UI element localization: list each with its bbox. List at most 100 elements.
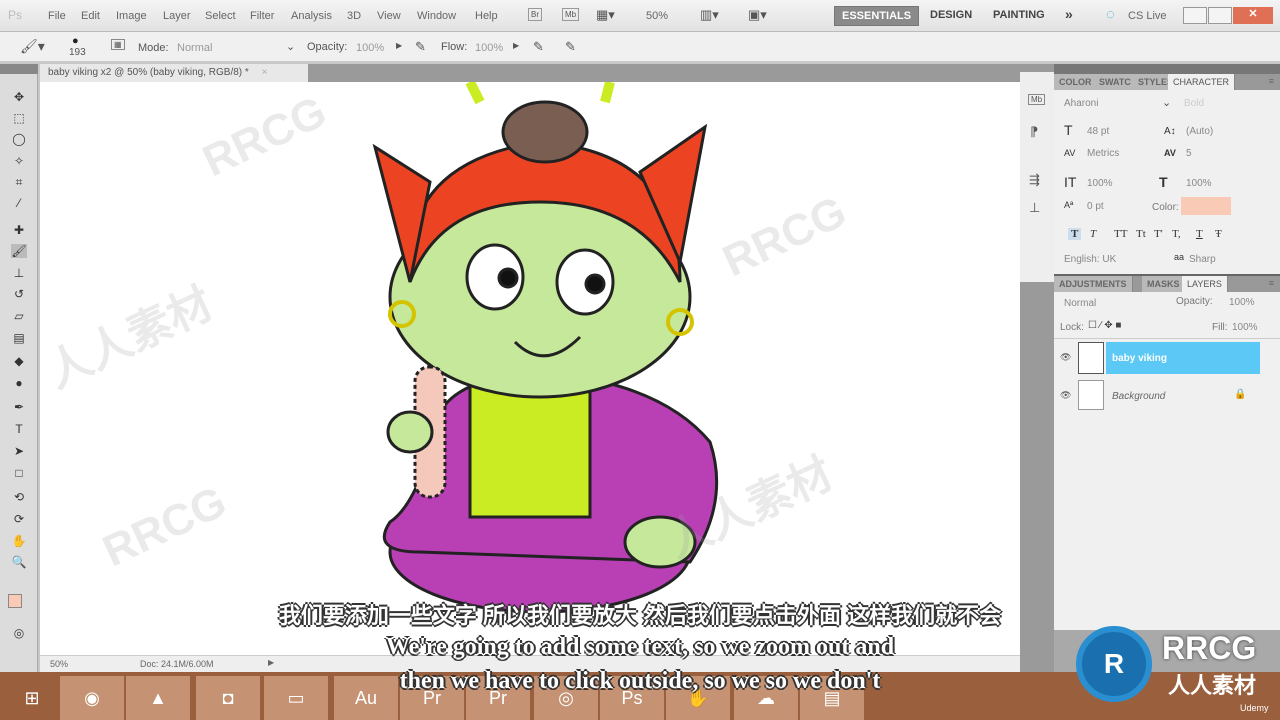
flow-field[interactable]: 100% [475, 42, 503, 54]
arrange-documents-button[interactable]: ▥▾ [700, 7, 719, 23]
eraser-tool-icon[interactable]: ▱ [11, 309, 27, 323]
marquee-tool-icon[interactable]: ⬚ [11, 111, 27, 125]
layer-row[interactable]: 👁 baby viking [1054, 340, 1260, 376]
antialias-select[interactable]: Sharp [1189, 254, 1216, 265]
tracking-select[interactable]: 5 [1186, 148, 1192, 159]
font-family-select[interactable]: Aharoni [1064, 98, 1098, 109]
baseline-shift-field[interactable]: 0 pt [1087, 201, 1104, 212]
view-extras-button[interactable]: ▦▾ [596, 7, 615, 23]
text-color-swatch[interactable] [1181, 197, 1231, 215]
cs-live-button[interactable]: CS Live [1128, 10, 1167, 22]
menu-help[interactable]: Help [475, 10, 498, 22]
quick-select-tool-icon[interactable]: ✧ [11, 154, 27, 168]
layer-row[interactable]: 👁 Background 🔒 [1054, 378, 1260, 414]
more-workspaces-button[interactable]: » [1058, 3, 1080, 23]
workspace-essentials[interactable]: ESSENTIALS [834, 6, 920, 26]
menu-edit[interactable]: Edit [81, 10, 100, 22]
workspace-painting[interactable]: PAINTING [986, 6, 1052, 26]
shape-tool-icon[interactable]: □ [11, 466, 27, 480]
brush-dot-icon[interactable]: ● [72, 35, 79, 47]
horizontal-scale-field[interactable]: 100% [1186, 178, 1212, 189]
lock-icons[interactable]: ☐ ⁄ ✥ ■ [1088, 320, 1121, 331]
tab-swatches[interactable]: SWATC [1094, 74, 1137, 90]
type-tool-icon[interactable]: T [11, 422, 27, 436]
pen-tool-icon[interactable]: ✒ [11, 400, 27, 414]
brush-size[interactable]: 193 [69, 47, 86, 58]
3d-orbit-tool-icon[interactable]: ⟳ [11, 512, 27, 526]
opacity-field[interactable]: 100% [356, 42, 384, 54]
close-tab-icon[interactable]: × [262, 67, 268, 78]
faux-bold-button[interactable]: T [1068, 228, 1082, 240]
tab-masks[interactable]: MASKS [1142, 276, 1186, 292]
restore-button[interactable] [1208, 7, 1232, 24]
screen-mode-button[interactable]: ▣▾ [748, 7, 767, 23]
mini-bridge-button[interactable]: Mb [562, 8, 580, 21]
language-select[interactable]: English: UK [1064, 254, 1116, 265]
minimize-button[interactable] [1183, 7, 1207, 24]
pressure-opacity-icon[interactable]: ✎ [415, 39, 426, 55]
history-brush-tool-icon[interactable]: ↺ [11, 287, 27, 301]
faux-italic-button[interactable]: T [1090, 228, 1096, 240]
workspace-design[interactable]: DESIGN [923, 6, 979, 26]
3d-rotate-tool-icon[interactable]: ⟲ [11, 490, 27, 504]
panel-menu-icon[interactable]: ≡ [1269, 76, 1274, 86]
gradient-tool-icon[interactable]: ▤ [11, 331, 27, 345]
zoom-tool-icon[interactable]: 🔍 [11, 555, 27, 569]
small-caps-button[interactable]: Tt [1136, 228, 1146, 240]
menu-window[interactable]: Window [417, 10, 456, 22]
visibility-eye-icon[interactable]: 👁 [1060, 390, 1071, 401]
opacity-slider-toggle[interactable]: ▶ [396, 41, 402, 50]
close-button[interactable]: ✕ [1233, 7, 1273, 24]
brush-tool-preset-icon[interactable]: 🖌▾ [20, 38, 45, 55]
fill-field[interactable]: 100% [1232, 322, 1258, 333]
document-tab[interactable]: baby viking x2 @ 50% (baby viking, RGB/8… [40, 64, 308, 82]
path-select-tool-icon[interactable]: ➤ [11, 444, 27, 458]
clone-source-icon[interactable]: ⊥ [1029, 200, 1040, 216]
font-size-select[interactable]: 48 pt [1087, 126, 1109, 137]
eyedropper-tool-icon[interactable]: ⁄ [11, 196, 27, 210]
layer-opacity-field[interactable]: 100% [1229, 297, 1255, 308]
superscript-button[interactable]: T' [1154, 228, 1163, 240]
subscript-button[interactable]: T, [1172, 228, 1181, 240]
flow-slider-toggle[interactable]: ▶ [513, 41, 519, 50]
history-panel-icon[interactable]: ⁋ [1030, 124, 1038, 140]
airbrush-icon[interactable]: ✎ [533, 39, 544, 55]
pressure-size-icon[interactable]: ✎ [565, 39, 576, 55]
tab-layers[interactable]: LAYERS [1182, 276, 1228, 292]
dodge-tool-icon[interactable]: ● [11, 376, 27, 390]
tab-adjustments[interactable]: ADJUSTMENTS [1054, 276, 1133, 292]
leading-select[interactable]: (Auto) [1186, 126, 1213, 137]
menu-3d[interactable]: 3D [347, 10, 361, 22]
blend-mode-select[interactable]: Normal [1064, 298, 1096, 309]
menu-analysis[interactable]: Analysis [291, 10, 332, 22]
menu-filter[interactable]: Filter [250, 10, 274, 22]
hand-tool-icon[interactable]: ✋ [11, 534, 27, 548]
zoom-level-select[interactable]: 50% [646, 10, 668, 22]
panel-menu-icon[interactable]: ≡ [1269, 278, 1274, 288]
menu-file[interactable]: File [48, 10, 66, 22]
brush-tool-icon[interactable]: 🖌 [11, 244, 27, 258]
mini-bridge-panel-icon[interactable]: Mb [1028, 94, 1046, 105]
crop-tool-icon[interactable]: ⌗ [11, 175, 27, 189]
menu-select[interactable]: Select [205, 10, 236, 22]
tab-character[interactable]: CHARACTER [1168, 74, 1236, 90]
font-style-select[interactable]: Bold [1184, 98, 1204, 109]
healing-tool-icon[interactable]: ✚ [11, 223, 27, 237]
menu-layer[interactable]: Layer [163, 10, 191, 22]
tab-color[interactable]: COLOR [1054, 74, 1098, 90]
vertical-scale-field[interactable]: 100% [1087, 178, 1113, 189]
lasso-tool-icon[interactable]: ◯ [11, 132, 27, 146]
bridge-button[interactable]: Br [528, 8, 542, 21]
layer-name[interactable]: baby viking [1112, 353, 1167, 364]
stamp-tool-icon[interactable]: ⊥ [11, 266, 27, 280]
document-canvas[interactable]: RRCG RRCG RRCG 人人素材 人人素材 [40, 82, 1020, 655]
brush-panel-toggle[interactable]: ▦ [111, 39, 125, 50]
strikethrough-button[interactable]: Ŧ [1215, 228, 1222, 240]
blur-tool-icon[interactable]: ◆ [11, 354, 27, 368]
layer-name[interactable]: Background [1112, 391, 1165, 402]
menu-image[interactable]: Image [116, 10, 147, 22]
brush-presets-icon[interactable]: ⇶ [1029, 172, 1040, 188]
menu-view[interactable]: View [377, 10, 401, 22]
visibility-eye-icon[interactable]: 👁 [1060, 352, 1071, 363]
mode-select[interactable]: Normal [177, 42, 295, 54]
